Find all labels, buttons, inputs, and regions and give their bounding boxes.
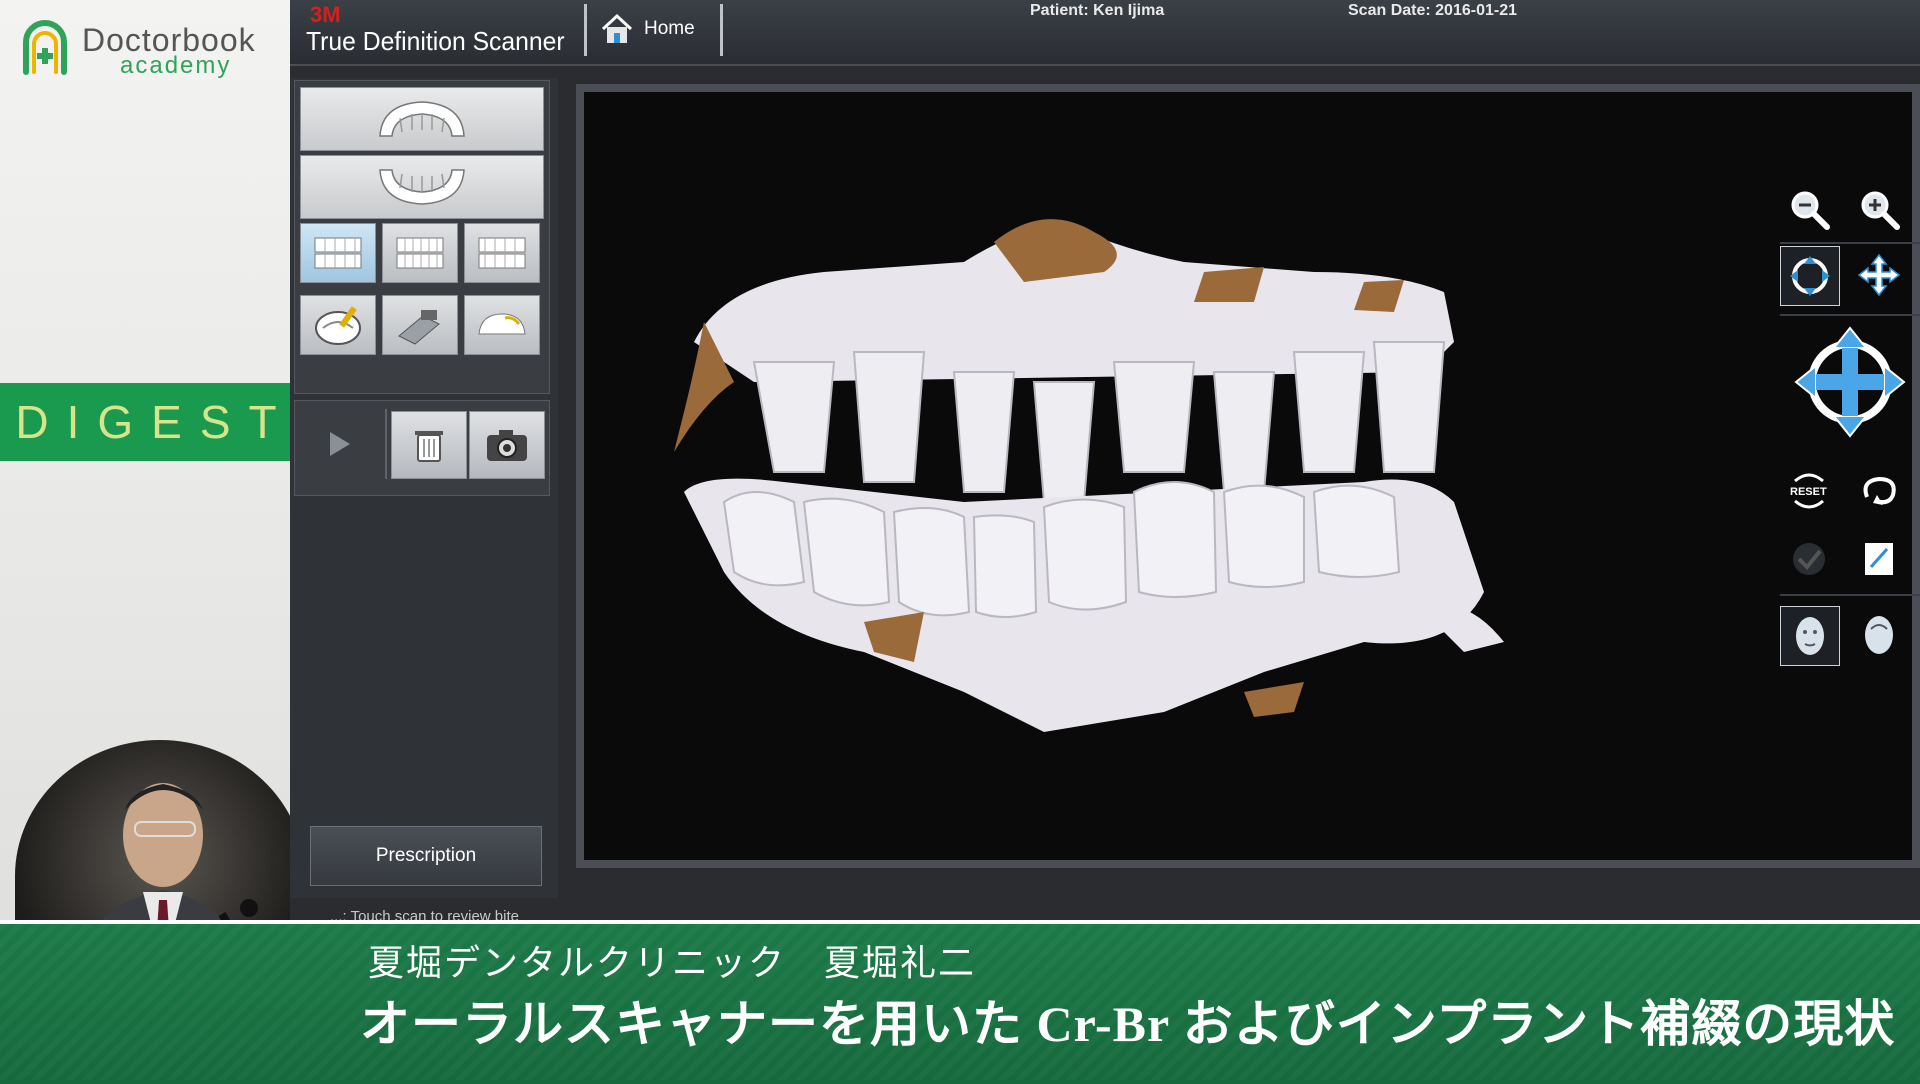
- face-profile-button[interactable]: [1850, 606, 1908, 664]
- bite-left-button[interactable]: [300, 223, 376, 283]
- camera-icon: [487, 430, 527, 461]
- topbar-divider: [720, 4, 723, 56]
- action-panel: [294, 400, 550, 496]
- navigation-arrows-button[interactable]: [1790, 322, 1910, 442]
- delete-button[interactable]: [391, 411, 467, 479]
- zoom-out-icon: [1791, 191, 1830, 230]
- tools-separator: [1780, 594, 1920, 596]
- dental-scan-model[interactable]: [664, 172, 1664, 792]
- edit-tool-icon: [315, 306, 361, 345]
- bite-right-button[interactable]: [464, 223, 540, 283]
- 3m-logo: 3M: [310, 2, 341, 27]
- scan-tool-button[interactable]: [382, 295, 458, 355]
- play-icon: [330, 432, 350, 456]
- brand-panel: Doctorbook academy DIGEST: [0, 0, 305, 1080]
- pan-mode-icon: [1857, 253, 1901, 297]
- presenter-name: 夏堀デンタルクリニック 夏堀礼二: [368, 943, 977, 983]
- view-tools: RESET: [1780, 180, 1920, 700]
- reset-text: RESET: [1790, 486, 1827, 498]
- zoom-in-button[interactable]: [1850, 180, 1908, 238]
- face-profile-icon: [1865, 616, 1893, 654]
- doctorbook-logo: Doctorbook academy: [20, 18, 280, 79]
- reset-view-button[interactable]: RESET: [1780, 462, 1838, 520]
- digest-badge: DIGEST: [0, 383, 292, 461]
- rotate-mode-button[interactable]: [1780, 246, 1840, 306]
- edit-tool-button[interactable]: [300, 295, 376, 355]
- trash-icon: [415, 431, 443, 462]
- navigation-arrows-icon: [1794, 326, 1906, 438]
- tools-separator: [1780, 242, 1920, 244]
- rotate-mode-icon: [1790, 256, 1830, 296]
- lecture-title: オーラルスキャナーを用いた Cr-Br およびインプラント補綴の現状: [360, 996, 1896, 1052]
- lower-third-banner: 夏堀デンタルクリニック 夏堀礼二 オーラルスキャナーを用いた Cr-Br および…: [0, 920, 1920, 1084]
- app-title: True Definition Scanner: [306, 26, 565, 56]
- face-front-icon: [1796, 617, 1824, 655]
- check-button[interactable]: [1780, 530, 1838, 588]
- bite-front-icon: [396, 237, 444, 269]
- home-icon: [601, 13, 633, 43]
- face-front-button[interactable]: [1780, 606, 1840, 666]
- notes-button[interactable]: [1850, 530, 1908, 588]
- zoom-out-button[interactable]: [1780, 180, 1838, 238]
- scan-tool-icon: [398, 310, 440, 345]
- 3d-scan-viewport[interactable]: [576, 84, 1920, 868]
- tools-separator: [1780, 314, 1920, 316]
- notes-icon: [1865, 543, 1893, 575]
- play-button[interactable]: [301, 411, 375, 477]
- prescription-button[interactable]: Prescription: [310, 826, 542, 886]
- prescription-label: Prescription: [375, 845, 477, 866]
- bite-front-button[interactable]: [382, 223, 458, 283]
- upper-arch-button[interactable]: [300, 87, 544, 151]
- patient-info: Patient: Ken Ijima: [1030, 2, 1165, 19]
- action-divider: [385, 409, 387, 479]
- undo-rotate-icon: [1863, 476, 1896, 505]
- home-button[interactable]: Home: [600, 6, 710, 52]
- topbar-divider: [584, 4, 587, 56]
- scanner-screen: 3M True Definition Scanner Home Patient:…: [290, 0, 1920, 930]
- reset-view-icon: RESET: [1790, 473, 1827, 509]
- undo-rotate-button[interactable]: [1850, 462, 1908, 520]
- scan-date: Scan Date: 2016-01-21: [1348, 2, 1517, 19]
- doctorbook-emblem-icon: [23, 20, 67, 75]
- brand-sub: academy: [120, 52, 232, 79]
- lower-arch-icon: [379, 169, 465, 205]
- bite-left-icon: [314, 237, 362, 269]
- home-label: Home: [644, 18, 695, 39]
- digest-label: DIGEST: [15, 396, 295, 448]
- camera-button[interactable]: [469, 411, 545, 479]
- zoom-in-icon: [1861, 191, 1900, 230]
- check-icon: [1793, 543, 1825, 575]
- tooth-model-icon: [478, 313, 526, 335]
- tool-column: Prescription: [290, 78, 558, 898]
- arch-selection-panel: [294, 80, 550, 394]
- tooth-model-button[interactable]: [464, 295, 540, 355]
- bite-right-icon: [478, 237, 526, 269]
- lower-arch-button[interactable]: [300, 155, 544, 219]
- scanner-topbar: 3M True Definition Scanner Home Patient:…: [290, 0, 1920, 66]
- upper-arch-icon: [379, 101, 465, 137]
- pan-mode-button[interactable]: [1850, 246, 1908, 304]
